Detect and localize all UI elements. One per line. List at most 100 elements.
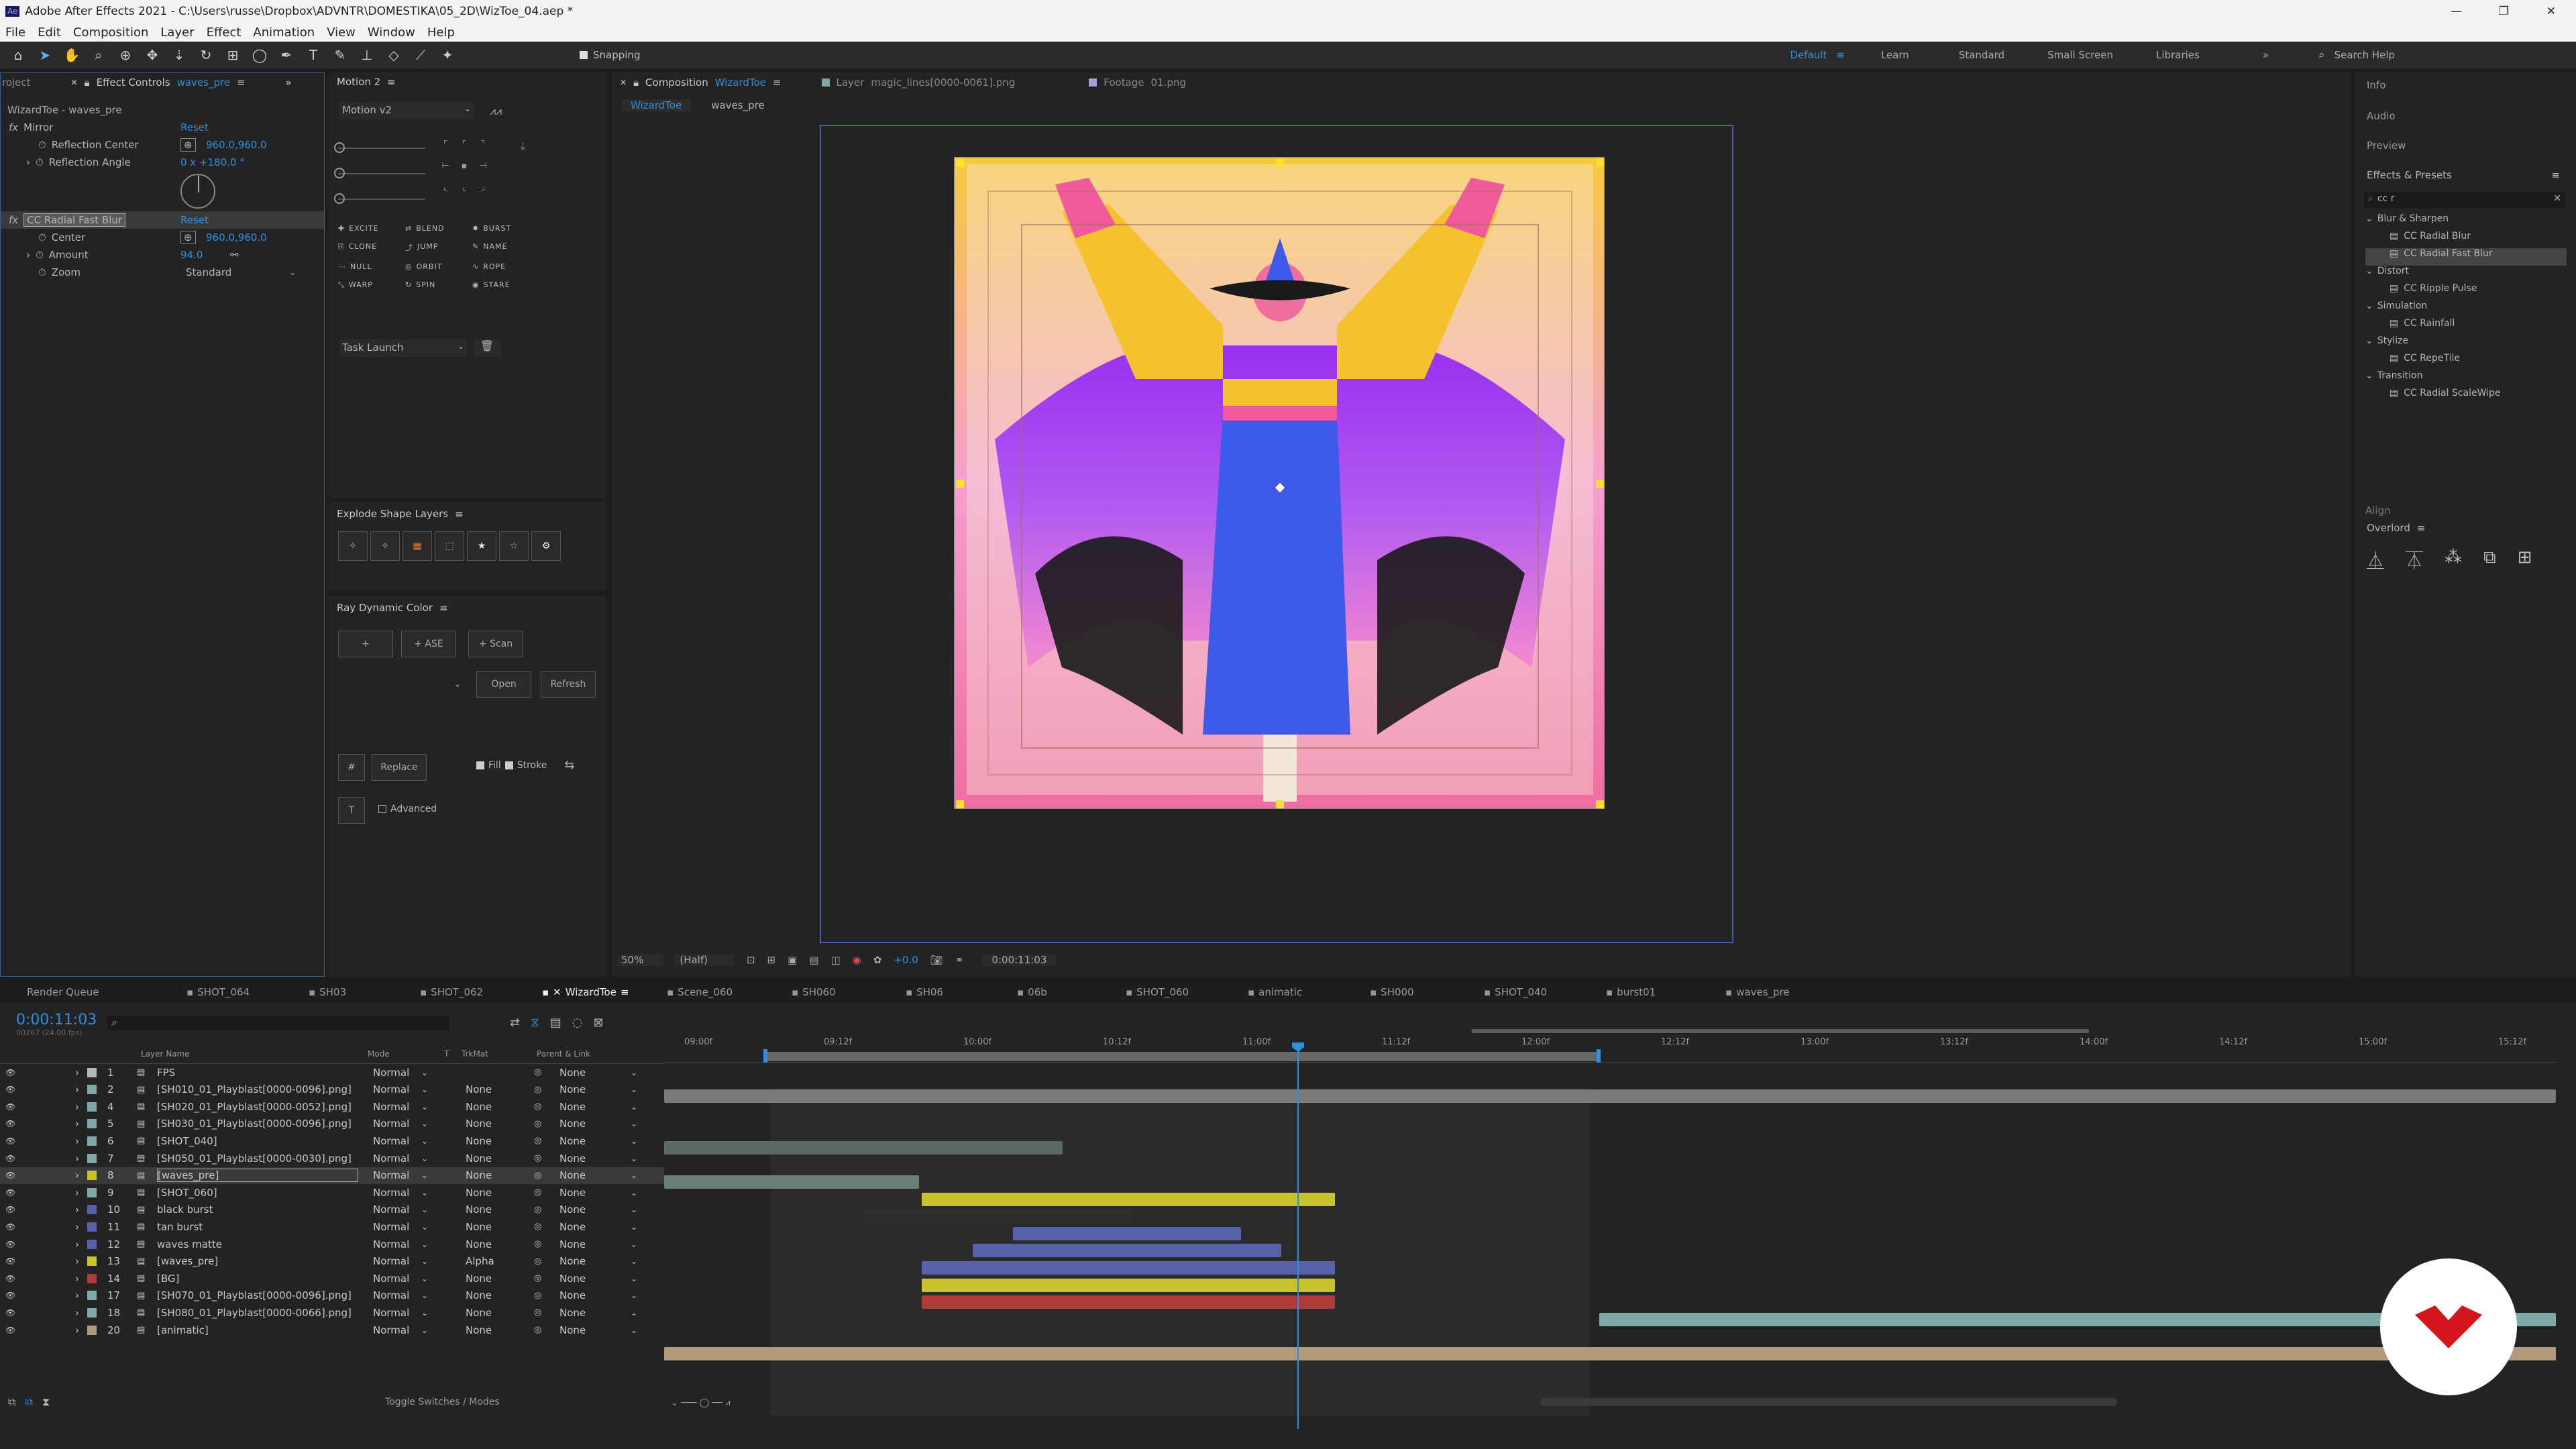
pen-tool-icon[interactable]: ✒: [278, 46, 295, 64]
project-tab[interactable]: roject: [2, 76, 31, 89]
text-button[interactable]: T: [338, 797, 365, 824]
pickwhip-icon[interactable]: ◎: [534, 1307, 541, 1318]
fx-icon[interactable]: fx: [9, 214, 18, 226]
blend-mode-dropdown[interactable]: Normal: [373, 1152, 409, 1165]
align-panel-tab[interactable]: Align: [2355, 502, 2391, 519]
label-color-swatch[interactable]: [87, 1239, 97, 1249]
transfer-controls-icon[interactable]: ⧉: [25, 1395, 32, 1409]
composition-tab[interactable]: Composition: [645, 76, 708, 89]
expand-arrow-icon[interactable]: ›: [75, 1307, 79, 1319]
safe-area-icon[interactable]: ◫: [831, 954, 841, 966]
eraser-tool-icon[interactable]: ◇: [385, 46, 402, 64]
more-workspaces-icon[interactable]: »: [2263, 49, 2269, 61]
parent-dropdown[interactable]: None: [559, 1324, 586, 1336]
anchor-bl-icon[interactable]: ⌞: [436, 182, 455, 204]
blend-mode-dropdown[interactable]: Normal: [373, 1221, 409, 1233]
panel-menu-icon[interactable]: ≡: [387, 76, 396, 88]
layer-name[interactable]: tan burst: [157, 1221, 203, 1233]
layer-search[interactable]: ⌕: [107, 1016, 449, 1030]
audio-panel-tab[interactable]: Audio: [2355, 107, 2396, 125]
trkmat-dropdown[interactable]: None: [466, 1118, 492, 1130]
panel-menu-icon[interactable]: ≡: [621, 986, 629, 998]
parent-dropdown[interactable]: None: [559, 1118, 586, 1130]
slider-3[interactable]: [334, 193, 425, 204]
anchor-tc-icon[interactable]: ⌜: [455, 140, 474, 161]
parent-dropdown[interactable]: None: [559, 1135, 586, 1147]
stopwatch-icon[interactable]: ⏱: [38, 139, 46, 151]
workspace-menu-icon[interactable]: ≡: [1836, 49, 1845, 61]
effects-category[interactable]: ⌄ Blur & Sharpen: [2365, 213, 2567, 231]
show-snapshot-icon[interactable]: ⚭: [955, 954, 964, 966]
expand-arrow-icon[interactable]: ›: [75, 1255, 79, 1267]
zoom-slider[interactable]: ⌄ ─── ◯ ── ⩘: [671, 1398, 765, 1409]
pickwhip-icon[interactable]: ◎: [534, 1067, 541, 1077]
stopwatch-icon[interactable]: ⏱: [38, 231, 46, 244]
handle-tr[interactable]: [1596, 159, 1604, 167]
handle-tc[interactable]: [1276, 159, 1284, 167]
resolution-dropdown[interactable]: (Half): [676, 954, 735, 966]
advanced-toggle[interactable]: Advanced: [378, 804, 437, 814]
layer-row[interactable]: 👁︎ › 17 ▤ [SH070_01_Playblast[0000-0096].png…: [0, 1287, 664, 1304]
parent-dropdown[interactable]: None: [559, 1273, 586, 1285]
type-tool-icon[interactable]: T: [305, 46, 322, 64]
layer-tab[interactable]: Layer: [837, 76, 865, 89]
layer-name[interactable]: [SH010_01_Playblast[0000-0096].png]: [157, 1083, 352, 1095]
snapping-checkbox-icon[interactable]: [580, 51, 588, 59]
breadcrumb-wizardtoe[interactable]: WizardToe: [621, 99, 692, 111]
label-color-swatch[interactable]: [87, 1291, 97, 1301]
blend-mode-dropdown[interactable]: Normal: [373, 1187, 409, 1199]
stopwatch-icon[interactable]: ⏱: [38, 266, 46, 278]
mirror-effect-row[interactable]: fx Mirror Reset: [1, 119, 209, 136]
parent-dropdown[interactable]: None: [559, 1289, 586, 1301]
visibility-eye-icon[interactable]: 👁︎: [5, 1256, 15, 1266]
chevron-down-icon[interactable]: ⌄: [289, 268, 296, 277]
motion-tool-name[interactable]: ✎ NAME: [472, 242, 539, 253]
visibility-eye-icon[interactable]: 👁︎: [5, 1326, 15, 1335]
layer-row[interactable]: 👁︎ › 11 ▤ tan burst Normal ⌄ None ◎ None ⌄: [0, 1218, 664, 1235]
blend-mode-dropdown[interactable]: Normal: [373, 1273, 409, 1285]
effects-category[interactable]: ⌄ Simulation: [2365, 301, 2567, 318]
layer-duration-bar[interactable]: [973, 1244, 1281, 1258]
layer-duration-bar[interactable]: [664, 1140, 1063, 1155]
grid-icon[interactable]: ⊞: [767, 954, 776, 966]
expand-arrow-icon[interactable]: ›: [75, 1169, 79, 1181]
effects-category[interactable]: ⌄ Transition: [2365, 370, 2567, 388]
slider-1[interactable]: [334, 142, 425, 153]
parent-dropdown[interactable]: None: [559, 1169, 586, 1181]
trkmat-dropdown[interactable]: None: [466, 1083, 492, 1095]
zoom-navigator[interactable]: [1472, 1029, 2089, 1033]
current-timecode[interactable]: 0:00:11:03: [16, 1012, 97, 1028]
comp-flowchart-icon[interactable]: ⇄: [510, 1016, 520, 1030]
handle-br[interactable]: [1596, 800, 1604, 808]
amount-value[interactable]: 94.0: [180, 249, 203, 261]
label-color-swatch[interactable]: [87, 1153, 97, 1163]
frame-blending-icon[interactable]: ⊠: [593, 1016, 603, 1030]
label-color-swatch[interactable]: [87, 1119, 97, 1129]
preview-panel-tab[interactable]: Preview: [2355, 137, 2406, 154]
blend-mode-dropdown[interactable]: Normal: [373, 1307, 409, 1319]
workspace-libraries[interactable]: Libraries: [2156, 49, 2200, 61]
blend-mode-dropdown[interactable]: Normal: [373, 1324, 409, 1336]
layer-name[interactable]: [SHOT_060]: [157, 1187, 217, 1199]
layer-row[interactable]: 👁︎ › 20 ▤ [animatic] Normal ⌄ None ◎ None ⌄: [0, 1322, 664, 1338]
pull-to-ai-icon[interactable]: ⏄: [2406, 547, 2423, 572]
bounding-box-icon[interactable]: ⬚: [435, 531, 464, 561]
transparency-icon[interactable]: ▤: [809, 954, 818, 966]
trkmat-dropdown[interactable]: None: [466, 1221, 492, 1233]
anchor-ml-icon[interactable]: ⊢: [436, 161, 455, 182]
lock-icon[interactable]: 🔒︎: [633, 76, 639, 89]
layer-duration-bar[interactable]: [664, 1089, 2556, 1103]
replace-button[interactable]: Replace: [372, 754, 427, 781]
anchor-br-icon[interactable]: ⌟: [474, 182, 492, 204]
motion-tool-warp[interactable]: ⤡ WARP: [338, 280, 405, 290]
zoom-dropdown[interactable]: 50%: [617, 954, 664, 966]
stroke-checkbox-icon[interactable]: [504, 761, 513, 769]
visibility-eye-icon[interactable]: 👁︎: [5, 1222, 15, 1232]
close-tab-icon[interactable]: ✕: [620, 78, 627, 87]
work-area-start[interactable]: [763, 1049, 767, 1063]
anchor-c-icon[interactable]: ▪: [455, 161, 474, 182]
layer-name[interactable]: [SH070_01_Playblast[0000-0096].png]: [157, 1289, 352, 1301]
pickwhip-icon[interactable]: ◎: [534, 1171, 541, 1181]
pan-camera-icon[interactable]: ✥: [144, 46, 161, 64]
clear-search-icon[interactable]: ✕: [2553, 193, 2561, 204]
